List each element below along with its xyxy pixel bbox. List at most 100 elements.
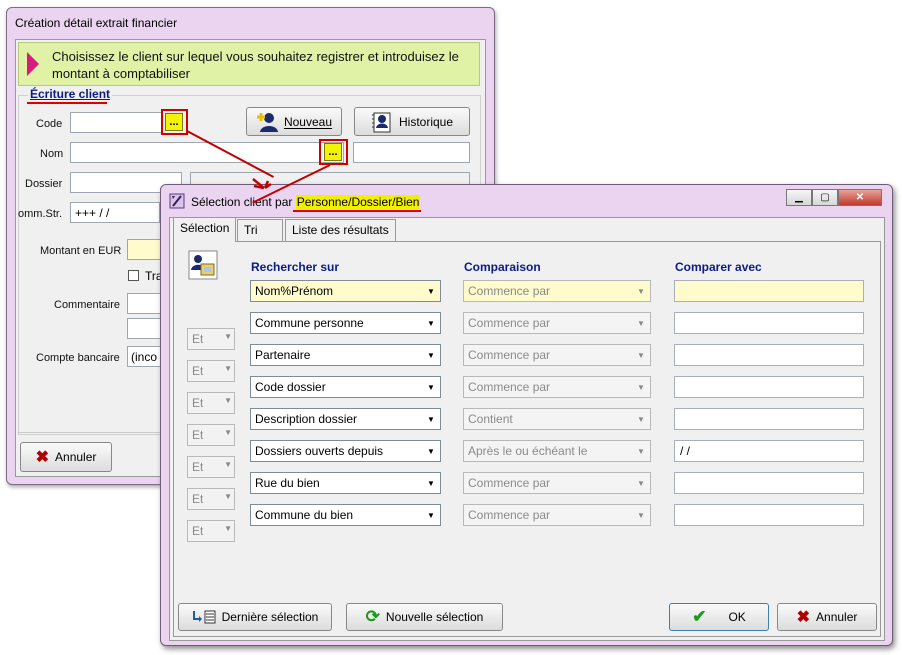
maximize-icon[interactable]: ▢ bbox=[812, 189, 838, 206]
comm-label: omm.Str. bbox=[18, 208, 63, 220]
annuler-button-1[interactable]: ✖ Annuler bbox=[20, 442, 112, 472]
comparison-label: Commence par bbox=[468, 316, 551, 330]
comparison-label: Commence par bbox=[468, 508, 551, 522]
et-label: Et bbox=[192, 332, 204, 346]
new-person-icon bbox=[256, 112, 278, 132]
field-select[interactable]: Code dossier ▼ bbox=[250, 376, 441, 398]
field-label: Description dossier bbox=[255, 412, 358, 426]
chevron-down-icon: ▼ bbox=[637, 318, 645, 328]
et-operator-select[interactable]: Et ▼ bbox=[187, 520, 235, 542]
et-operator-select[interactable]: Et ▼ bbox=[187, 360, 235, 382]
nouveau-button[interactable]: Nouveau bbox=[246, 107, 342, 136]
comparison-select[interactable]: Commence par ▼ bbox=[463, 472, 651, 494]
tab-tri[interactable]: Tri bbox=[237, 219, 283, 241]
et-label: Et bbox=[192, 524, 204, 538]
annotation-underline bbox=[27, 102, 107, 104]
chevron-down-icon: ▼ bbox=[427, 446, 435, 456]
compare-value-input[interactable] bbox=[674, 280, 864, 302]
nouvelle-label: Nouvelle sélection bbox=[385, 610, 484, 624]
search-people-icon bbox=[188, 250, 218, 280]
header-comparaison: Comparaison bbox=[464, 260, 541, 274]
cancel-x-icon: ✖ bbox=[35, 449, 50, 466]
annuler-label: Annuler bbox=[816, 610, 858, 624]
et-operator-select[interactable]: Et ▼ bbox=[187, 328, 235, 350]
comparison-label: Commence par bbox=[468, 284, 551, 298]
historique-button[interactable]: Historique bbox=[354, 107, 470, 136]
field-label: Dossiers ouverts depuis bbox=[255, 444, 384, 458]
comparison-select[interactable]: Commence par ▼ bbox=[463, 344, 651, 366]
chevron-down-icon: ▼ bbox=[224, 460, 232, 469]
field-select[interactable]: Commune personne ▼ bbox=[250, 312, 441, 334]
ok-button[interactable]: ✔ OK bbox=[669, 603, 769, 631]
et-label: Et bbox=[192, 460, 204, 474]
chevron-down-icon: ▼ bbox=[427, 382, 435, 392]
title-highlight: Personne/Dossier/Bien bbox=[295, 195, 421, 209]
comparison-label: Commence par bbox=[468, 476, 551, 490]
comm-input[interactable]: +++ / / bbox=[70, 202, 160, 223]
annotation-underline bbox=[293, 210, 421, 212]
tab-resultats[interactable]: Liste des résultats bbox=[285, 219, 396, 241]
et-label: Et bbox=[192, 492, 204, 506]
refresh-icon: ⟳ bbox=[365, 607, 380, 626]
nouvelle-selection-button[interactable]: ⟳ Nouvelle sélection bbox=[346, 603, 503, 631]
field-select[interactable]: Partenaire ▼ bbox=[250, 344, 441, 366]
field-label: Rue du bien bbox=[255, 476, 320, 490]
field-label: Nom%Prénom bbox=[255, 284, 334, 298]
close-icon[interactable]: ✕ bbox=[838, 189, 882, 206]
wand-icon bbox=[169, 193, 185, 209]
compare-value-input[interactable] bbox=[674, 408, 864, 430]
nom-extra-input[interactable] bbox=[353, 142, 470, 163]
chevron-down-icon: ▼ bbox=[224, 364, 232, 373]
tab-label: Sélection bbox=[180, 221, 230, 235]
compare-value-input[interactable] bbox=[674, 376, 864, 398]
annuler-label: Annuler bbox=[55, 450, 97, 464]
comparison-select[interactable]: Commence par ▼ bbox=[463, 504, 651, 526]
minimize-icon[interactable]: ▁ bbox=[786, 189, 812, 206]
chevron-down-icon: ▼ bbox=[224, 396, 232, 405]
code-lookup-button[interactable]: ... bbox=[165, 113, 183, 131]
chevron-down-icon: ▼ bbox=[427, 350, 435, 360]
derniere-selection-button[interactable]: Dernière sélection bbox=[178, 603, 332, 631]
et-operator-select[interactable]: Et ▼ bbox=[187, 392, 235, 414]
chevron-down-icon: ▼ bbox=[637, 286, 645, 296]
annuler-button-2[interactable]: ✖ Annuler bbox=[777, 603, 877, 631]
nom-label: Nom bbox=[40, 148, 64, 160]
compare-value-input[interactable] bbox=[674, 504, 864, 526]
chevron-down-icon: ▼ bbox=[637, 382, 645, 392]
tra-checkbox[interactable] bbox=[128, 270, 139, 281]
chevron-down-icon: ▼ bbox=[224, 492, 232, 501]
banner-text: Choisissez le client sur lequel vous sou… bbox=[52, 49, 459, 81]
et-operator-select[interactable]: Et ▼ bbox=[187, 488, 235, 510]
code-input[interactable] bbox=[70, 112, 163, 133]
nom-lookup-button[interactable]: ... bbox=[324, 143, 342, 161]
field-select[interactable]: Commune du bien ▼ bbox=[250, 504, 441, 526]
nouveau-label: Nouveau bbox=[283, 114, 333, 129]
header-comparer: Comparer avec bbox=[675, 260, 762, 274]
nom-input[interactable] bbox=[70, 142, 344, 163]
comparison-select[interactable]: Commence par ▼ bbox=[463, 376, 651, 398]
field-label: Code dossier bbox=[255, 380, 326, 394]
et-label: Et bbox=[192, 396, 204, 410]
arrowhead-icon bbox=[252, 178, 272, 190]
field-select[interactable]: Description dossier ▼ bbox=[250, 408, 441, 430]
tab-label: Tri bbox=[244, 223, 258, 237]
comparison-select[interactable]: Contient ▼ bbox=[463, 408, 651, 430]
comparison-label: Commence par bbox=[468, 380, 551, 394]
compare-value-input[interactable] bbox=[674, 312, 864, 334]
compare-value-input[interactable] bbox=[674, 472, 864, 494]
comparison-select[interactable]: Après le ou échéant le ▼ bbox=[463, 440, 651, 462]
comparison-select[interactable]: Commence par ▼ bbox=[463, 280, 651, 302]
et-operator-select[interactable]: Et ▼ bbox=[187, 456, 235, 478]
et-operator-select[interactable]: Et ▼ bbox=[187, 424, 235, 446]
compare-value-input[interactable] bbox=[674, 344, 864, 366]
cancel-x-icon: ✖ bbox=[796, 609, 811, 626]
last-selection-icon bbox=[192, 610, 216, 624]
field-select[interactable]: Dossiers ouverts depuis ▼ bbox=[250, 440, 441, 462]
field-select[interactable]: Rue du bien ▼ bbox=[250, 472, 441, 494]
compare-value-input[interactable]: / / bbox=[674, 440, 864, 462]
tab-selection[interactable]: Sélection bbox=[173, 217, 237, 242]
field-select[interactable]: Nom%Prénom ▼ bbox=[250, 280, 441, 302]
chevron-down-icon: ▼ bbox=[637, 446, 645, 456]
comparison-select[interactable]: Commence par ▼ bbox=[463, 312, 651, 334]
field-label: Commune du bien bbox=[255, 508, 354, 522]
